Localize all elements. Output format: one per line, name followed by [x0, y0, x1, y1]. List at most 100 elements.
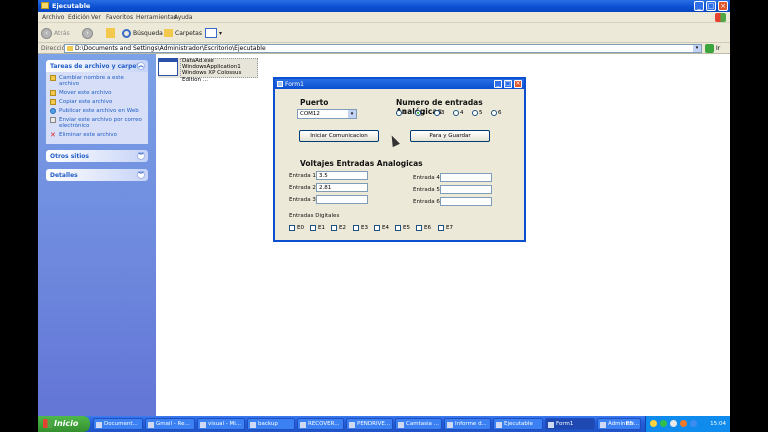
- tray-icon[interactable]: [690, 420, 697, 427]
- digital-e4-checkbox[interactable]: E4: [374, 225, 389, 231]
- radio-circle: [491, 110, 497, 116]
- folder-icon: [67, 46, 73, 51]
- address-bar: Dirección D:\Documents and Settings\Admi…: [38, 43, 730, 54]
- radio-6[interactable]: 6: [491, 110, 502, 116]
- task-label: PENDRIVE...: [357, 421, 391, 427]
- digital-e3-checkbox[interactable]: E3: [353, 225, 368, 231]
- digital-e7-checkbox[interactable]: E7: [438, 225, 453, 231]
- digital-e0-checkbox[interactable]: E0: [289, 225, 304, 231]
- checkbox-box: [374, 225, 380, 231]
- taskbar: Inicio Document... Gmail - Re... visual …: [38, 416, 730, 432]
- start-button[interactable]: Inicio: [38, 416, 90, 432]
- maximize-button[interactable]: □: [706, 1, 716, 11]
- menu-archivo[interactable]: Archivo: [42, 14, 64, 21]
- menu-ver[interactable]: Ver: [91, 14, 101, 21]
- start-label: Inicio: [54, 419, 79, 428]
- input-4-field[interactable]: [440, 173, 492, 182]
- task-move[interactable]: Mover este archivo: [50, 90, 144, 96]
- browser-icon: [148, 422, 154, 428]
- forward-button[interactable]: ›: [82, 27, 93, 39]
- radio-4[interactable]: 4: [453, 110, 464, 116]
- checkbox-box: [438, 225, 444, 231]
- back-button[interactable]: ‹ Atrás: [41, 27, 70, 39]
- digital-e1-checkbox[interactable]: E1: [310, 225, 325, 231]
- language-indicator[interactable]: ES: [626, 421, 633, 427]
- input-2-field[interactable]: 2.81: [316, 183, 368, 192]
- radio-5[interactable]: 5: [472, 110, 483, 116]
- task-visual[interactable]: visual - Mi...: [197, 418, 245, 430]
- file-item[interactable]: DataAd.exe WindowsApplication1 Windows X…: [158, 58, 258, 83]
- tray-icon[interactable]: [660, 420, 667, 427]
- windows-logo-icon: [715, 13, 726, 22]
- start-communication-button[interactable]: Iniciar Comunicacion: [299, 130, 379, 142]
- expand-icon[interactable]: ︾: [137, 171, 145, 179]
- go-button[interactable]: Ir: [705, 44, 720, 53]
- radio-2[interactable]: 2: [415, 110, 426, 116]
- task-label: RECOVER...: [308, 421, 340, 427]
- input-5-field[interactable]: [440, 185, 492, 194]
- file-tasks-header[interactable]: Tareas de archivo y carpeta ︽: [46, 60, 148, 72]
- radio-label: 5: [479, 110, 483, 116]
- task-ejecutable[interactable]: Ejecutable: [493, 418, 543, 430]
- details-header[interactable]: Detalles ︾: [46, 169, 148, 181]
- delete-icon: ✕: [50, 131, 56, 139]
- task-rename[interactable]: Cambiar nombre a este archivo: [50, 75, 144, 87]
- tray-icon[interactable]: [680, 420, 687, 427]
- explorer-window: Ejecutable _ □ × Archivo Edición Ver Fav…: [38, 0, 730, 432]
- radio-1[interactable]: 1: [396, 110, 407, 116]
- menu-edicion[interactable]: Edición: [68, 14, 90, 21]
- input-3-field[interactable]: [316, 195, 368, 204]
- app-icon: [600, 422, 606, 428]
- task-administrador[interactable]: Administr...: [597, 418, 641, 430]
- task-form1[interactable]: Form1: [545, 418, 595, 430]
- menu-ayuda[interactable]: Ayuda: [174, 14, 193, 21]
- digital-e6-checkbox[interactable]: E6: [416, 225, 431, 231]
- task-gmail[interactable]: Gmail - Re...: [145, 418, 195, 430]
- camtasia-icon: [398, 422, 404, 428]
- task-email[interactable]: Enviar este archivo por correo electróni…: [50, 117, 144, 129]
- folders-button[interactable]: Carpetas: [164, 27, 202, 39]
- search-label: Búsqueda: [133, 29, 163, 37]
- stop-and-save-button[interactable]: Para y Guardar: [410, 130, 490, 142]
- close-button[interactable]: ×: [718, 1, 728, 11]
- task-backup[interactable]: backup: [247, 418, 295, 430]
- go-arrow-icon: [705, 44, 714, 53]
- input-1-field[interactable]: 3.5: [316, 171, 368, 180]
- task-recover[interactable]: RECOVER...: [297, 418, 344, 430]
- radio-3[interactable]: 3: [434, 110, 445, 116]
- task-pendrive[interactable]: PENDRIVE...: [346, 418, 393, 430]
- menu-favoritos[interactable]: Favoritos: [106, 14, 133, 21]
- form1-minimize-button[interactable]: _: [494, 80, 502, 88]
- collapse-icon[interactable]: ︽: [137, 62, 145, 70]
- visual-studio-icon: [200, 422, 206, 428]
- task-camtasia[interactable]: Camtasia ...: [395, 418, 442, 430]
- search-button[interactable]: Búsqueda: [122, 27, 163, 39]
- folder-icon: [250, 422, 256, 428]
- port-select[interactable]: COM12 ▾: [297, 109, 357, 119]
- menu-herramientas[interactable]: Herramientas: [136, 14, 177, 21]
- form1-maximize-button[interactable]: □: [504, 80, 512, 88]
- clock[interactable]: 15:04: [710, 421, 726, 427]
- address-dropdown-button[interactable]: ▾: [693, 45, 701, 52]
- input-6-field[interactable]: [440, 197, 492, 206]
- other-places-header[interactable]: Otros sitios ︾: [46, 150, 148, 162]
- radio-circle: [434, 110, 440, 116]
- minimize-button[interactable]: _: [694, 1, 704, 11]
- title-bar[interactable]: Ejecutable _ □ ×: [38, 0, 730, 12]
- tray-icon[interactable]: [650, 420, 657, 427]
- up-folder-button[interactable]: [106, 27, 115, 39]
- form1-close-button[interactable]: ×: [514, 80, 522, 88]
- task-informe[interactable]: Informe d...: [444, 418, 491, 430]
- task-publish-web[interactable]: Publicar este archivo en Web: [50, 108, 144, 114]
- task-document[interactable]: Document...: [93, 418, 143, 430]
- tray-icon[interactable]: [670, 420, 677, 427]
- expand-icon[interactable]: ︾: [137, 152, 145, 160]
- form1-title-bar[interactable]: Form1 _ □ ×: [275, 79, 524, 89]
- task-copy[interactable]: Copiar este archivo: [50, 99, 144, 105]
- digital-e2-checkbox[interactable]: E2: [331, 225, 346, 231]
- task-label: visual - Mi...: [208, 421, 242, 427]
- address-input[interactable]: D:\Documents and Settings\Administrador\…: [64, 44, 702, 53]
- task-delete[interactable]: ✕ Eliminar este archivo: [50, 131, 144, 139]
- digital-e5-checkbox[interactable]: E5: [395, 225, 410, 231]
- views-button[interactable]: ▾: [205, 27, 222, 39]
